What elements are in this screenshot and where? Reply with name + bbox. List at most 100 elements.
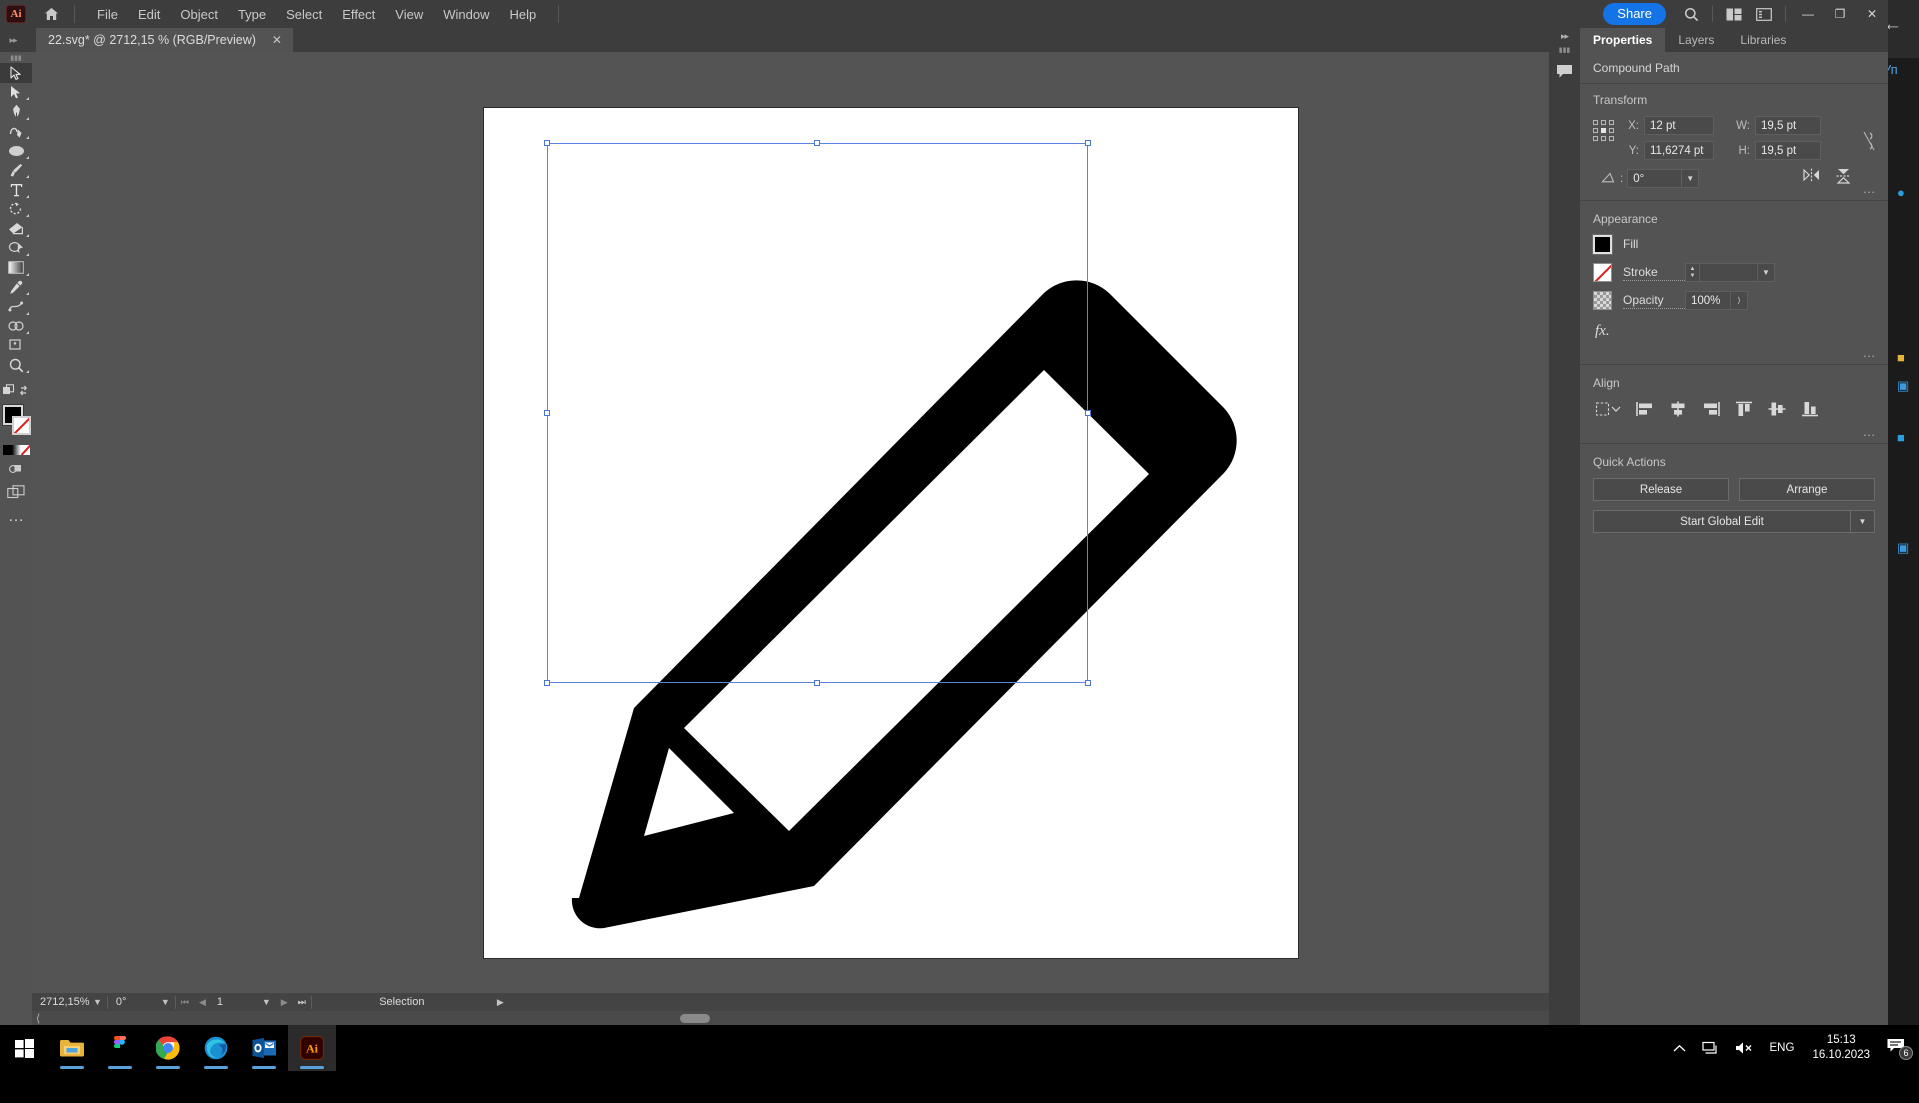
tab-libraries[interactable]: Libraries [1727, 28, 1799, 52]
language-indicator[interactable]: ENG [1762, 1042, 1803, 1054]
artboard-tool[interactable] [0, 336, 32, 356]
document-tab-close-icon[interactable]: ✕ [269, 33, 285, 47]
stroke-swatch-none[interactable] [12, 415, 31, 435]
taskbar-file-explorer[interactable] [48, 1025, 96, 1071]
minimize-button[interactable]: — [1792, 0, 1824, 28]
comment-icon[interactable] [1549, 56, 1580, 86]
opacity-swatch[interactable] [1593, 291, 1612, 310]
menu-select[interactable]: Select [276, 4, 332, 25]
artboard-first-icon[interactable]: ⏮ [176, 997, 194, 1008]
share-button[interactable]: Share [1603, 3, 1666, 25]
pen-tool[interactable] [0, 102, 32, 122]
screen-mode-icon[interactable] [0, 480, 32, 504]
menu-effect[interactable]: Effect [332, 4, 385, 25]
ref-point-bl[interactable] [1593, 136, 1598, 141]
ref-point-tr[interactable] [1609, 120, 1614, 125]
more-tools-icon[interactable]: … [0, 504, 32, 530]
taskbar-outlook[interactable] [240, 1025, 288, 1071]
stroke-weight-stepper[interactable]: ▲ ▼ [1685, 263, 1700, 282]
align-to-selection-icon[interactable] [1593, 399, 1623, 419]
fill-stroke-swatches[interactable] [0, 403, 32, 439]
search-icon[interactable] [1676, 0, 1706, 28]
eraser-tool[interactable] [0, 219, 32, 239]
start-global-edit-button[interactable]: Start Global Edit [1593, 510, 1851, 533]
link-proportions-icon[interactable] [1863, 130, 1875, 155]
menu-type[interactable]: Type [228, 4, 276, 25]
taskbar-adobe-illustrator[interactable]: Ai [288, 1025, 336, 1071]
canvas-horizontal-scrollbar[interactable]: ⟨ ⟩ [32, 1011, 1580, 1025]
selection-handle-mr[interactable] [1085, 410, 1091, 416]
status-menu-icon[interactable]: ▶ [492, 997, 509, 1008]
zoom-dropdown-icon[interactable]: ▼ [88, 997, 107, 1007]
rotation-dropdown-icon[interactable]: ▼ [156, 997, 175, 1007]
align-vertical-center-icon[interactable] [1766, 399, 1788, 419]
artboard-prev-icon[interactable]: ◀ [194, 997, 211, 1008]
ref-point-br[interactable] [1609, 136, 1614, 141]
flip-horizontal-icon[interactable] [1803, 168, 1820, 189]
free-transform-tool[interactable] [0, 239, 32, 259]
curvature-tool[interactable] [0, 122, 32, 142]
horizontal-scroll-thumb[interactable] [680, 1014, 710, 1023]
artboard-dropdown-icon[interactable]: ▼ [257, 997, 276, 1007]
collapse-panel-icon[interactable]: ▸▸ [1549, 28, 1580, 44]
y-input[interactable]: 11,6274 pt [1644, 141, 1714, 160]
artboard-last-icon[interactable]: ⏭ [293, 997, 311, 1008]
paintbrush-tool[interactable] [0, 161, 32, 181]
align-top-icon[interactable] [1733, 399, 1755, 419]
maximize-button[interactable]: ❐ [1824, 0, 1856, 28]
artboard-next-icon[interactable]: ▶ [276, 997, 293, 1008]
selection-handle-tm[interactable] [814, 140, 820, 146]
selection-handle-bl[interactable] [544, 680, 550, 686]
canvas-area[interactable] [32, 52, 1580, 997]
drawing-modes-icon[interactable] [0, 458, 32, 480]
transform-more-options[interactable]: … [1863, 181, 1878, 196]
taskbar-google-chrome[interactable] [144, 1025, 192, 1071]
zoom-tool[interactable] [0, 356, 32, 376]
menu-object[interactable]: Object [170, 4, 228, 25]
align-horizontal-center-icon[interactable] [1667, 399, 1689, 419]
arrange-documents-icon[interactable] [1719, 0, 1749, 28]
taskbar-microsoft-edge[interactable] [192, 1025, 240, 1071]
chevron-up-icon[interactable] [1665, 1044, 1694, 1053]
edit-toolbar-row[interactable] [0, 381, 32, 401]
ref-point-tl[interactable] [1593, 120, 1598, 125]
align-left-icon[interactable] [1634, 399, 1656, 419]
scroll-left-icon[interactable]: ⟨ [36, 1012, 40, 1025]
stroke-weight-input[interactable] [1700, 263, 1758, 282]
fill-color-swatch[interactable] [1592, 234, 1613, 255]
rotation-field[interactable]: 0° [108, 995, 156, 1010]
artboard-number-field[interactable]: 1 [211, 995, 257, 1010]
shear-input[interactable]: 0° [1627, 169, 1683, 188]
release-button[interactable]: Release [1593, 478, 1729, 501]
ref-point-mr[interactable] [1609, 128, 1614, 133]
align-bottom-icon[interactable] [1799, 399, 1821, 419]
type-tool[interactable] [0, 180, 32, 200]
ref-point-bm[interactable] [1601, 136, 1606, 141]
tab-properties[interactable]: Properties [1580, 28, 1666, 52]
none-color-icon[interactable] [21, 444, 30, 455]
fx-button[interactable]: fx. [1593, 319, 1875, 342]
volume-muted-icon[interactable] [1727, 1041, 1762, 1055]
dock-grip[interactable]: ▮▮▮ [1549, 44, 1580, 56]
arrange-button[interactable]: Arrange [1739, 478, 1875, 501]
workspace-switcher-icon[interactable] [1749, 0, 1779, 28]
notification-center-icon[interactable]: 6 [1880, 1037, 1919, 1060]
selection-handle-bm[interactable] [814, 680, 820, 686]
height-input[interactable]: 19,5 pt [1755, 141, 1821, 160]
tools-panel-grip[interactable]: ▮▮▮ [0, 52, 32, 63]
opacity-options-icon[interactable]: ⟩ [1731, 291, 1748, 310]
solid-color-icon[interactable] [3, 444, 12, 455]
selection-handle-ml[interactable] [544, 410, 550, 416]
direct-selection-tool[interactable] [0, 83, 32, 103]
menu-help[interactable]: Help [499, 4, 546, 25]
menu-file[interactable]: File [87, 4, 128, 25]
menu-edit[interactable]: Edit [128, 4, 170, 25]
ellipse-tool[interactable] [0, 141, 32, 161]
home-icon[interactable] [40, 4, 62, 24]
align-right-icon[interactable] [1700, 399, 1722, 419]
reference-point-selector[interactable] [1593, 120, 1615, 142]
shear-dropdown-icon[interactable]: ▼ [1682, 169, 1700, 188]
panel-expand-icon[interactable]: ▸▸ [2, 30, 24, 50]
tab-layers[interactable]: Layers [1665, 28, 1727, 52]
gradient-icon[interactable] [12, 444, 21, 455]
